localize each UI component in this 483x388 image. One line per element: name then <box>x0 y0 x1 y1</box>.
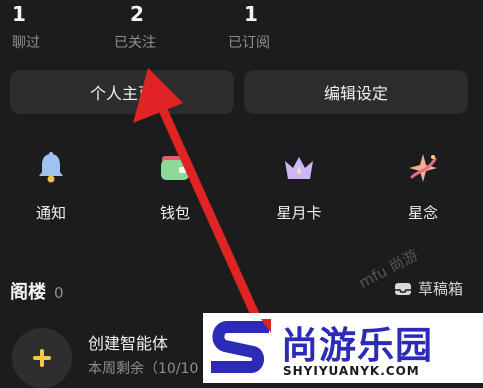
brand-name: 尚游乐园 <box>281 324 433 367</box>
watermark-logo: 尚游乐园 SHYIYUANYK.COM <box>203 313 483 383</box>
s-logo-icon <box>211 319 271 373</box>
brand-domain: SHYIYUANYK.COM <box>283 364 420 378</box>
